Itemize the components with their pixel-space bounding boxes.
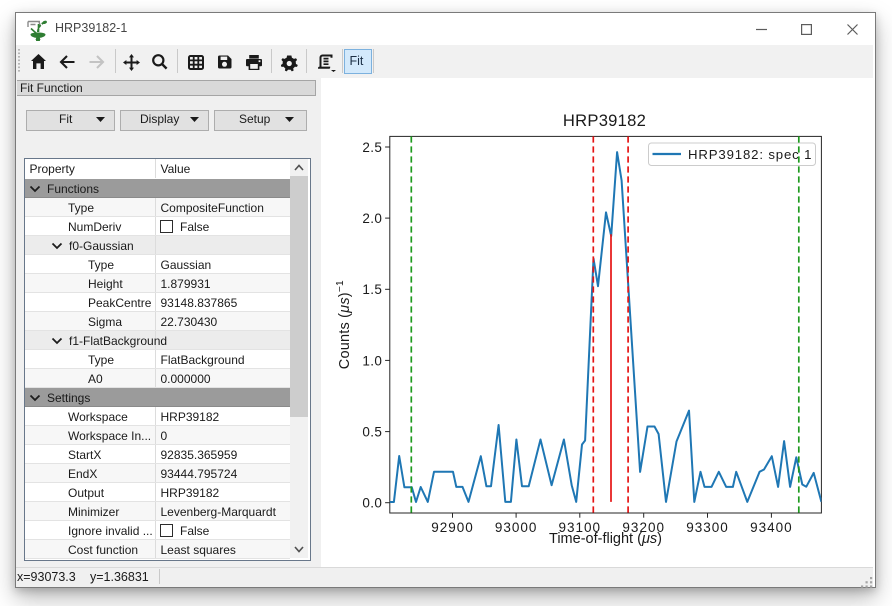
svg-text:93300: 93300 (686, 520, 729, 535)
svg-text:Counts (μs)−1: Counts (μs)−1 (334, 280, 352, 369)
svg-text:0.5: 0.5 (362, 424, 382, 439)
svg-text:2.0: 2.0 (362, 211, 382, 226)
svg-text:Time-of-flight (μs): Time-of-flight (μs) (549, 531, 662, 547)
svg-text:HRP39182: spec 1: HRP39182: spec 1 (688, 146, 812, 161)
svg-text:0.0: 0.0 (362, 495, 382, 510)
svg-text:1.0: 1.0 (362, 353, 382, 368)
svg-text:93000: 93000 (494, 520, 537, 535)
svg-text:93400: 93400 (750, 520, 793, 535)
svg-text:HRP39182: HRP39182 (562, 110, 645, 129)
svg-text:2.5: 2.5 (362, 139, 382, 154)
svg-text:1.5: 1.5 (362, 282, 382, 297)
svg-text:92900: 92900 (431, 520, 474, 535)
